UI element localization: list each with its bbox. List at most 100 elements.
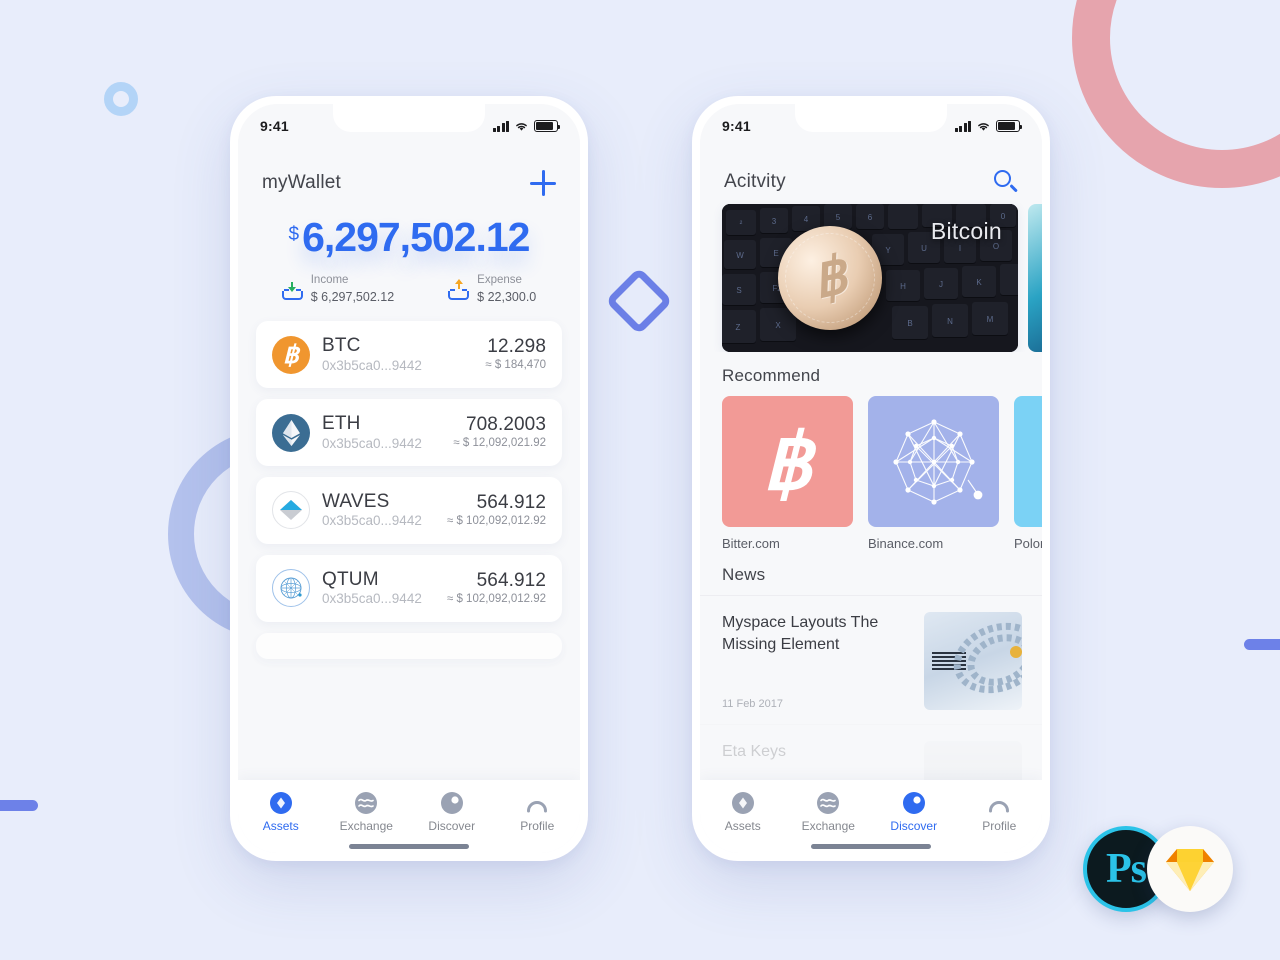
status-indicators — [954, 120, 1023, 132]
tab-label: Assets — [262, 819, 299, 833]
currency-symbol: $ — [288, 224, 300, 245]
profile-person-icon — [988, 792, 1010, 814]
photoshop-label: Ps — [1106, 846, 1147, 892]
phone-mockup-wallet: 9:41 myWallet $ 6,297,502.12 Income $ 6,… — [230, 96, 588, 861]
wifi-icon — [978, 122, 989, 131]
recommend-name: Binance.com — [868, 536, 944, 551]
page-title: myWallet — [262, 172, 342, 193]
table-row[interactable]: ETH 0x3b5ca0...9442 708.2003 ≈ $ 12,092,… — [256, 399, 562, 467]
exchange-wave-icon — [355, 792, 378, 814]
page-title: Acitvity — [724, 171, 786, 192]
balance: $ 6,297,502.12 — [288, 215, 531, 259]
status-time: 9:41 — [260, 118, 289, 134]
news-thumbnail — [924, 612, 1022, 710]
tab-assets[interactable]: Assets — [700, 792, 786, 833]
download-tray-icon — [281, 278, 303, 301]
hero-card-next[interactable] — [1028, 204, 1042, 352]
home-indicator[interactable] — [811, 844, 931, 849]
asset-address: 0x3b5ca0...9442 — [322, 357, 422, 373]
section-title-recommend: Recommend — [722, 366, 821, 385]
sparkle-icon — [1014, 396, 1042, 527]
battery-icon — [996, 120, 1023, 132]
screen-wallet: 9:41 myWallet $ 6,297,502.12 Income $ 6,… — [238, 104, 580, 853]
status-bar: 9:41 — [238, 104, 580, 148]
hero-carousel[interactable]: ² 3 4 5 6 0 W E Y U I O S F2 H J K Z X B… — [700, 200, 1042, 352]
tab-assets[interactable]: Assets — [238, 792, 324, 833]
asset-symbol: QTUM — [322, 568, 379, 590]
asset-address: 0x3b5ca0...9442 — [322, 513, 422, 529]
recommend-carousel[interactable]: ฿ Bitter.com Binance.com Polo — [700, 396, 1042, 551]
discover-compass-icon — [440, 792, 463, 814]
balance-section: $ 6,297,502.12 Income $ 6,297,502.12 Exp… — [238, 202, 580, 313]
upload-tray-icon — [448, 278, 470, 301]
wallet-header: myWallet — [238, 148, 580, 202]
recommend-name: Bitter.com — [722, 536, 780, 551]
profile-person-icon — [526, 792, 548, 814]
tab-profile[interactable]: Profile — [495, 792, 581, 833]
asset-symbol: BTC — [322, 335, 361, 357]
status-time: 9:41 — [722, 118, 751, 134]
assets-diamond-icon — [269, 792, 292, 814]
table-row[interactable]: QTUM 0x3b5ca0...9442 564.912 ≈ $ 102,092… — [256, 554, 562, 622]
phone-mockup-discover: 9:41 Acitvity ² 3 4 5 6 0 W E Y U I O S … — [692, 96, 1050, 861]
tab-exchange[interactable]: Exchange — [786, 792, 872, 833]
income-stat: Income $ 6,297,502.12 — [281, 273, 395, 305]
section-title-news: News — [722, 565, 766, 584]
asset-address: 0x3b5ca0...9442 — [322, 435, 422, 451]
asset-address: 0x3b5ca0...9442 — [322, 591, 422, 607]
tab-label: Exchange — [339, 819, 393, 833]
asset-usd: ≈ $ 12,092,021.92 — [453, 437, 546, 450]
discover-compass-icon — [902, 792, 925, 814]
search-icon[interactable] — [994, 170, 1018, 194]
left-bar-decoration — [0, 800, 38, 811]
status-indicators — [492, 120, 561, 132]
income-expense-row: Income $ 6,297,502.12 Expense $ 22,300.0 — [238, 273, 580, 309]
ethereum-coin-icon — [272, 413, 310, 452]
hero-card-bitcoin[interactable]: ² 3 4 5 6 0 W E Y U I O S F2 H J K Z X B… — [722, 204, 1018, 352]
tab-bar: Assets Exchange Discover Profile — [700, 780, 1042, 853]
sketch-diamond-icon — [1147, 826, 1233, 912]
tab-exchange[interactable]: Exchange — [324, 792, 410, 833]
asset-amount: 708.2003 — [465, 413, 546, 435]
waves-coin-icon — [272, 491, 310, 530]
list-item[interactable]: Binance.com — [868, 396, 999, 551]
wifi-icon — [516, 122, 527, 131]
pink-ring-decoration — [1072, 0, 1280, 188]
tab-label: Discover — [890, 819, 938, 833]
server-ring-photo — [953, 622, 1022, 694]
status-bar: 9:41 — [700, 104, 1042, 148]
tab-profile[interactable]: Profile — [957, 792, 1043, 833]
tab-discover[interactable]: Discover — [409, 792, 495, 833]
asset-amount: 564.912 — [476, 491, 546, 513]
tab-label: Profile — [982, 819, 1017, 833]
tab-label: Profile — [520, 819, 555, 833]
diamond-decoration — [605, 267, 673, 335]
asset-usd: ≈ $ 102,092,012.92 — [446, 515, 546, 528]
asset-amount: 564.912 — [476, 569, 546, 591]
table-row[interactable]: ฿ BTC 0x3b5ca0...9442 12.298 ≈ $ 184,470 — [256, 321, 562, 389]
small-circle-decoration — [104, 82, 138, 116]
list-item[interactable]: Poloni — [1014, 396, 1042, 551]
news-title: Myspace Layouts The Missing Element — [722, 614, 879, 653]
bitcoin-coin-icon: ฿ — [272, 335, 310, 374]
tool-badges: Ps — [1083, 826, 1233, 914]
asset-usd: ≈ $ 102,092,012.92 — [446, 592, 546, 605]
tab-discover[interactable]: Discover — [871, 792, 957, 833]
table-row[interactable]: WAVES 0x3b5ca0...9442 564.912 ≈ $ 102,09… — [256, 477, 562, 544]
cellular-bars-icon — [954, 120, 971, 132]
home-indicator[interactable] — [349, 844, 469, 849]
exchange-wave-icon — [817, 792, 840, 814]
plus-icon[interactable] — [530, 170, 556, 196]
notch — [795, 104, 947, 132]
income-value: $ 6,297,502.12 — [310, 289, 395, 304]
hero-label: Bitcoin — [930, 218, 1002, 244]
asset-usd: ≈ $ 184,470 — [485, 359, 546, 372]
list-item[interactable]: Myspace Layouts The Missing Element 11 F… — [700, 595, 1042, 724]
network-graph-icon — [868, 396, 999, 527]
list-item[interactable]: ฿ Bitter.com — [722, 396, 853, 551]
cellular-bars-icon — [492, 120, 509, 132]
screen-discover: 9:41 Acitvity ² 3 4 5 6 0 W E Y U I O S … — [700, 104, 1042, 853]
asset-list: ฿ BTC 0x3b5ca0...9442 12.298 ≈ $ 184,470 — [238, 313, 580, 659]
table-row-partial[interactable] — [256, 632, 562, 659]
tab-label: Assets — [724, 819, 761, 833]
